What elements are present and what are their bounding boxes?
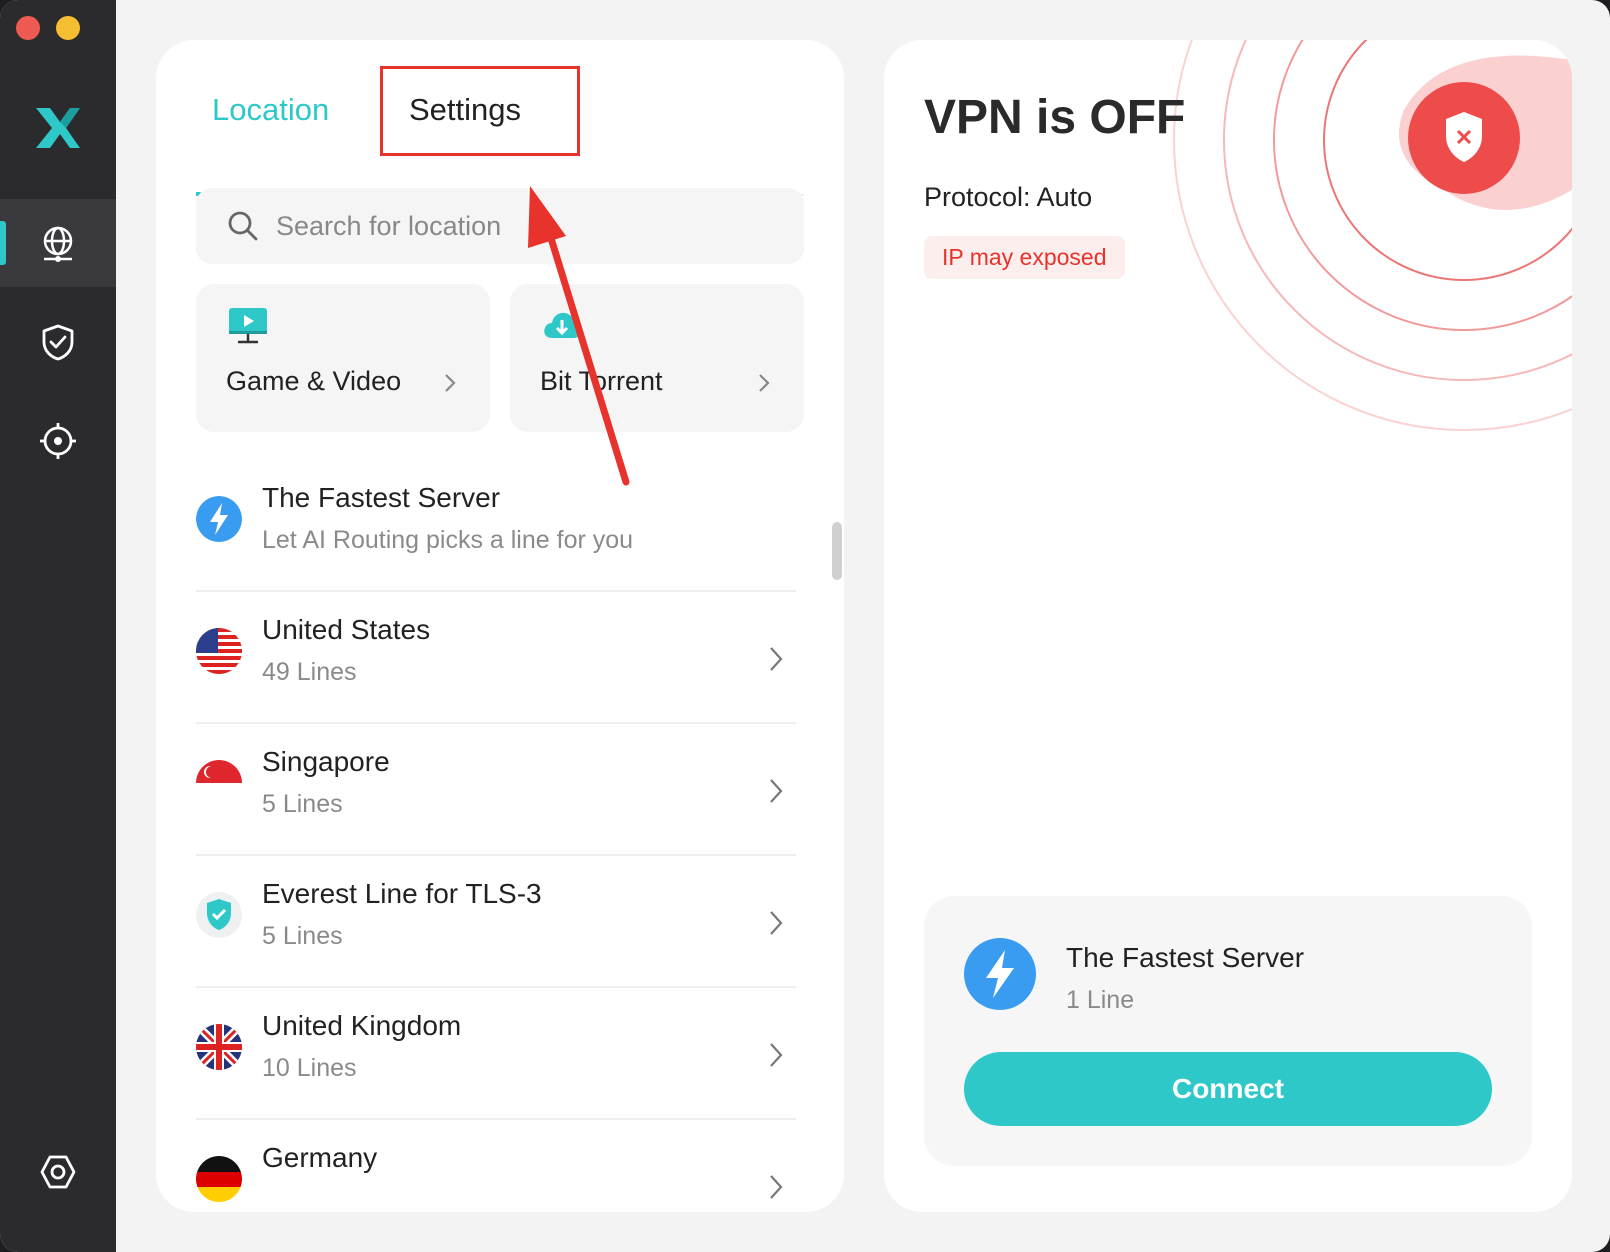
location-panel: Location Settings Game & Video [156,40,844,1212]
list-item-subtitle: 49 Lines [262,658,357,686]
close-window-button[interactable] [16,16,40,40]
list-item-title: The Fastest Server [262,482,501,513]
list-item[interactable]: Germany [196,1120,796,1212]
monitor-play-icon [229,308,267,344]
nav-settings[interactable] [0,1128,116,1216]
list-item-subtitle: 5 Lines [262,922,343,950]
chevron-right-icon [445,374,456,392]
quick-label: Bit Torrent [540,366,663,396]
nav-locations[interactable] [0,199,116,287]
ip-warning-badge: IP may exposed [924,236,1125,279]
list-item-subtitle: 10 Lines [262,1054,357,1082]
minimize-window-button[interactable] [56,16,80,40]
hexagon-settings-icon [40,1155,76,1189]
list-item[interactable]: United Kingdom 10 Lines [196,988,796,1120]
vpn-status-title: VPN is OFF [924,91,1186,144]
list-item[interactable]: Everest Line for TLS-3 5 Lines [196,856,796,988]
list-item-title: Germany [262,1142,378,1173]
shield-check-icon [42,324,74,361]
list-item-subtitle: 5 Lines [262,790,343,818]
location-list: The Fastest Server Let AI Routing picks … [196,460,796,1212]
sg-flag-icon [196,760,242,806]
quick-game-video[interactable]: Game & Video [196,284,490,432]
list-item-title: United States [262,614,431,645]
app-logo-icon [36,108,80,148]
app-window: Location Settings Game & Video [0,0,1610,1252]
scrollbar-thumb[interactable] [832,522,842,580]
list-item[interactable]: Singapore 5 Lines [196,724,796,856]
search-input[interactable] [276,210,776,242]
quick-label: Game & Video [226,366,402,396]
search-field[interactable] [196,188,804,264]
list-item[interactable]: The Fastest Server Let AI Routing picks … [196,460,796,592]
protocol-label: Protocol: Auto [924,182,1093,212]
chevron-right-icon [770,911,783,935]
chevron-right-icon [770,1043,783,1067]
list-item-subtitle: Let AI Routing picks a line for you [262,526,634,554]
list-item-title: United Kingdom [262,1010,462,1041]
crosshair-icon [40,423,76,459]
status-panel: VPN is OFF Protocol: Auto IP may exposed… [884,40,1572,1212]
chevron-right-icon [770,647,783,671]
sidebar [0,0,116,1252]
lightning-icon [964,938,1036,1010]
annotation-highlight-box [380,66,580,156]
tab-location[interactable]: Location [212,92,329,128]
quick-bit-torrent[interactable]: Bit Torrent [510,284,804,432]
lightning-icon [196,496,242,542]
search-icon [228,211,258,241]
nav-security[interactable] [0,298,116,386]
list-item-title: Singapore [262,746,390,777]
connect-button[interactable]: Connect [964,1052,1492,1126]
globe-icon [43,226,73,262]
chevron-right-icon [770,779,783,803]
server-title: The Fastest Server [1066,942,1305,973]
uk-flag-icon [196,1024,242,1070]
chevron-right-icon [770,1175,783,1199]
de-flag-icon [196,1156,242,1202]
cloud-download-icon [544,312,582,338]
us-flag-icon [196,628,242,674]
shield-check-icon [196,892,242,938]
nav-target[interactable] [0,397,116,485]
list-item-title: Everest Line for TLS-3 [262,878,542,909]
server-subtitle: 1 Line [1066,986,1135,1014]
chevron-right-icon [759,374,770,392]
selected-server-card: The Fastest Server 1 Line Connect [924,896,1532,1166]
list-item[interactable]: United States 49 Lines [196,592,796,724]
